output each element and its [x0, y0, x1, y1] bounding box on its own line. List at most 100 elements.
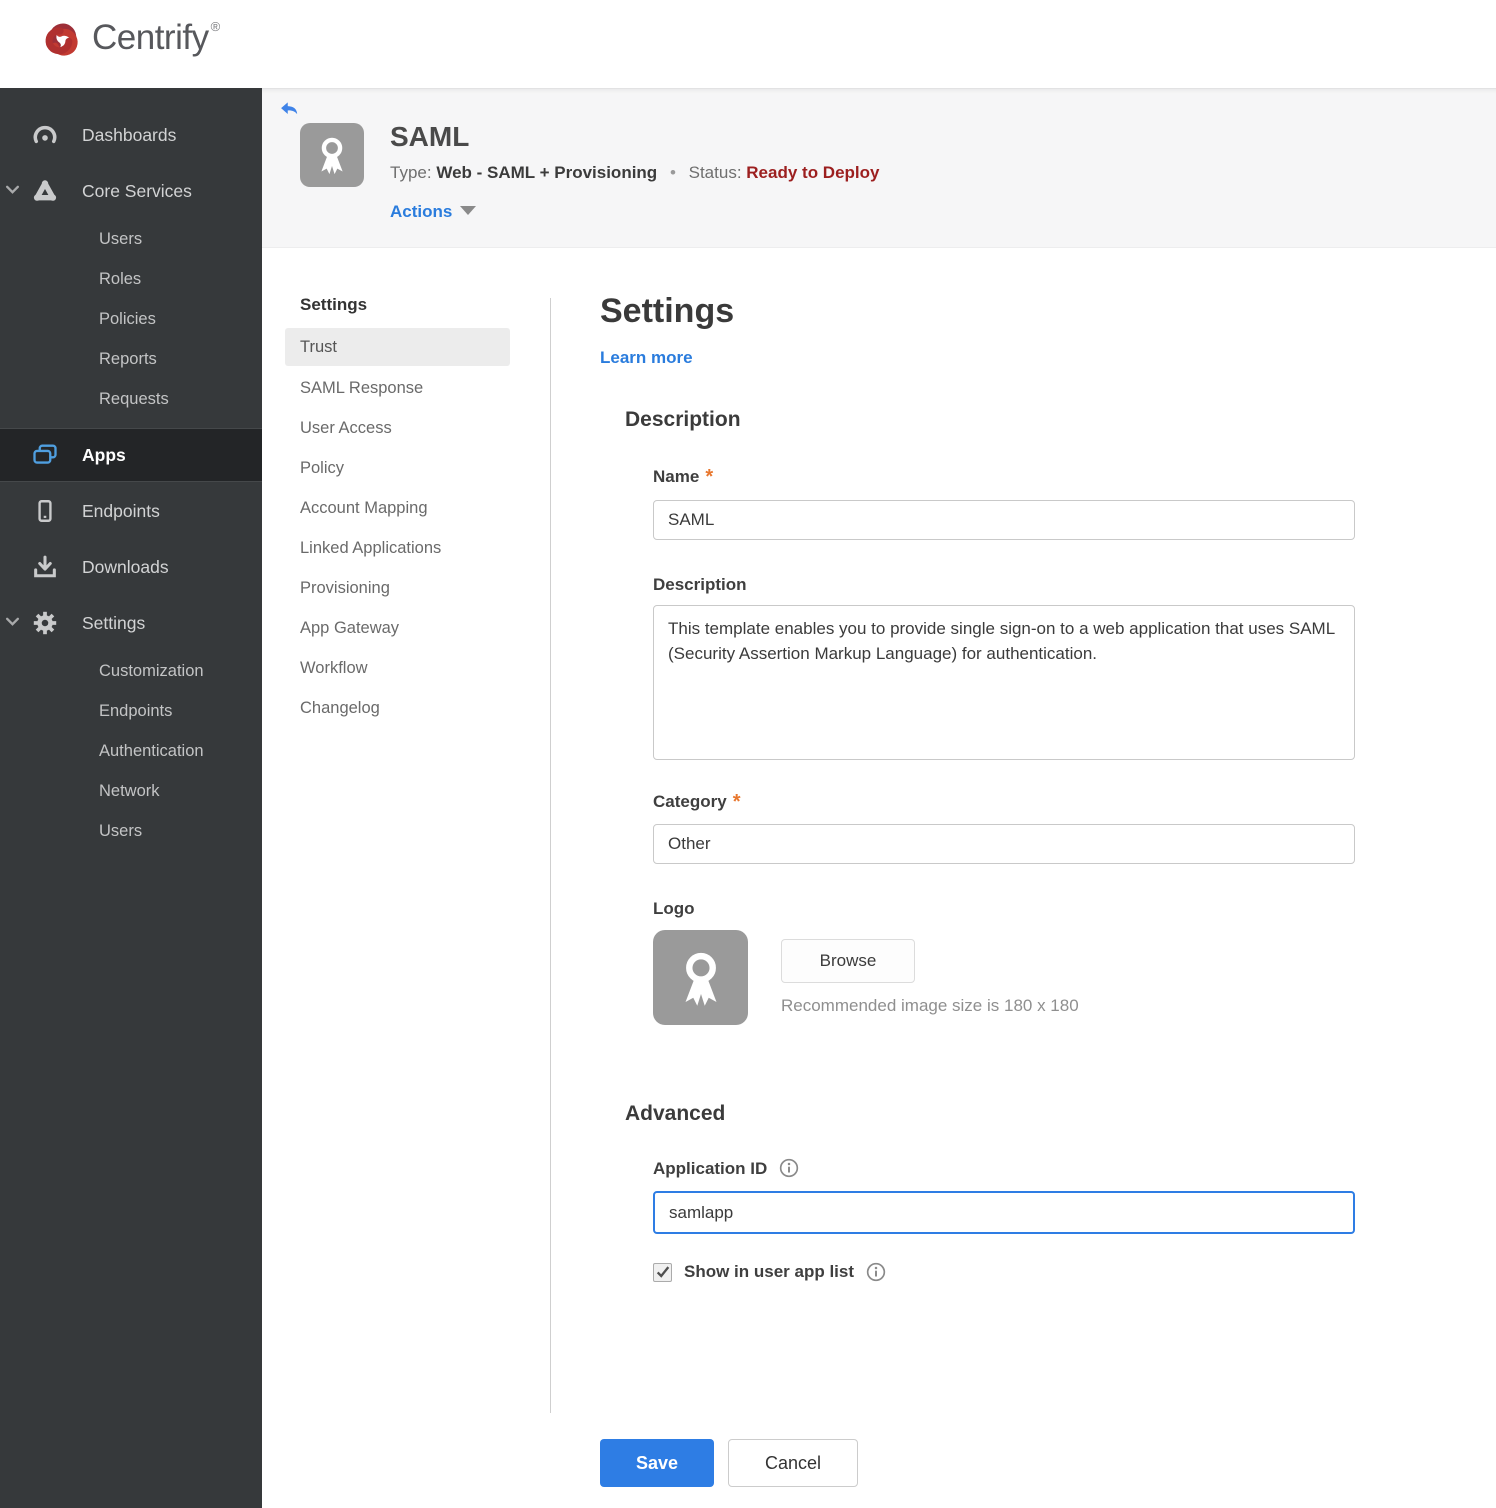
sidebar-subitem-label: Policies: [99, 309, 156, 328]
chevron-down-icon[interactable]: [5, 182, 23, 200]
app-meta: Type: Web - SAML + Provisioning • Status…: [390, 163, 879, 183]
name-label-text: Name: [653, 467, 700, 486]
category-label-text: Category: [653, 792, 727, 811]
logo-preview: [653, 930, 748, 1025]
core-services-icon: [30, 176, 60, 206]
browse-button[interactable]: Browse: [781, 939, 915, 983]
subnav-item-policy[interactable]: Policy: [285, 448, 532, 488]
subnav-header: Settings: [300, 295, 368, 314]
learn-more-link[interactable]: Learn more: [600, 348, 693, 368]
show-in-app-list-label: Show in user app list: [684, 1262, 855, 1281]
sidebar-subitem-requests[interactable]: Requests: [0, 381, 262, 417]
sidebar-subitem-customization[interactable]: Customization: [0, 653, 262, 689]
application-id-label-text: Application ID: [653, 1159, 768, 1178]
apps-icon: [30, 440, 60, 470]
sidebar-item-apps[interactable]: Apps: [0, 428, 262, 482]
name-label: Name *: [653, 466, 713, 489]
sidebar-subitem-roles[interactable]: Roles: [0, 261, 262, 297]
checkbox-check-icon: [656, 1266, 669, 1278]
subnav-item-provisioning[interactable]: Provisioning: [285, 568, 532, 608]
endpoint-icon: [30, 496, 60, 526]
subnav-item-saml-response[interactable]: SAML Response: [285, 368, 532, 408]
sidebar-subitem-users[interactable]: Users: [0, 221, 262, 257]
subnav-item-user-access[interactable]: User Access: [285, 408, 532, 448]
meta-separator: •: [669, 163, 676, 182]
sidebar-item-label: Settings: [82, 612, 146, 633]
status-value: Ready to Deploy: [746, 163, 880, 182]
sidebar-subitem-label: Requests: [99, 389, 169, 408]
sidebar-item-label: Apps: [82, 444, 126, 465]
gear-icon: [30, 608, 60, 638]
download-icon: [30, 552, 60, 582]
sidebar-item-dashboards[interactable]: Dashboards: [0, 113, 262, 157]
sidebar-item-endpoints[interactable]: Endpoints: [0, 489, 262, 533]
subnav-item-linked-applications[interactable]: Linked Applications: [285, 528, 532, 568]
info-icon[interactable]: [779, 1158, 799, 1178]
sidebar-item-core-services[interactable]: Core Services: [0, 169, 262, 213]
brand-text: Centrify: [92, 18, 209, 57]
screen: Centrify ® Dashboards Core Services Users…: [0, 0, 1496, 1508]
actions-label: Actions: [390, 202, 453, 221]
description-section-heading: Description: [625, 408, 741, 431]
required-marker: *: [732, 791, 741, 813]
saml-app-icon: [300, 123, 364, 187]
app-title: SAML: [390, 121, 470, 152]
sidebar-item-label: Endpoints: [82, 500, 160, 521]
sidebar-subitem-authentication[interactable]: Authentication: [0, 733, 262, 769]
description-textarea[interactable]: This template enables you to provide sin…: [653, 605, 1355, 760]
show-in-app-list-row: Show in user app list: [653, 1262, 886, 1282]
registered-mark: ®: [210, 19, 221, 34]
vertical-divider: [550, 298, 551, 1413]
subnav: Trust SAML Response User Access Policy A…: [285, 328, 532, 728]
subnav-item-app-gateway[interactable]: App Gateway: [285, 608, 532, 648]
subnav-item-account-mapping[interactable]: Account Mapping: [285, 488, 532, 528]
sidebar-subitem-label: Network: [99, 781, 160, 800]
logo-size-hint: Recommended image size is 180 x 180: [781, 996, 1079, 1015]
description-label: Description: [653, 575, 747, 594]
show-in-app-list-checkbox[interactable]: [653, 1262, 672, 1282]
status-label: Status:: [688, 163, 742, 182]
sidebar-subitem-policies[interactable]: Policies: [0, 301, 262, 337]
application-id-input[interactable]: [653, 1191, 1355, 1234]
category-input[interactable]: [653, 824, 1355, 864]
sidebar-subitem-label: Endpoints: [99, 701, 173, 720]
logo-label: Logo: [653, 899, 695, 918]
category-label: Category *: [653, 791, 740, 814]
sidebar-subitem-label: Authentication: [99, 741, 204, 760]
application-id-label: Application ID: [653, 1158, 799, 1179]
sidebar-subitem-label: Reports: [99, 349, 157, 368]
sidebar-item-label: Downloads: [82, 556, 169, 577]
sidebar-item-label: Dashboards: [82, 124, 177, 145]
name-input[interactable]: [653, 500, 1355, 540]
gauge-icon: [30, 120, 60, 150]
sidebar-subitem-label: Roles: [99, 269, 142, 288]
brand-name: Centrify ®: [92, 18, 220, 58]
sidebar: Dashboards Core Services Users Roles Pol…: [0, 88, 262, 1508]
page-title: Settings: [600, 292, 735, 330]
centrify-logo-icon: [34, 12, 90, 68]
sidebar-subitem-label: Users: [99, 229, 143, 248]
sidebar-item-downloads[interactable]: Downloads: [0, 545, 262, 589]
sidebar-subitem-endpoints[interactable]: Endpoints: [0, 693, 262, 729]
chevron-down-icon[interactable]: [5, 614, 23, 632]
content: Settings Trust SAML Response User Access…: [262, 248, 1496, 1508]
sidebar-subitem-reports[interactable]: Reports: [0, 341, 262, 377]
subnav-item-changelog[interactable]: Changelog: [285, 688, 532, 728]
sidebar-item-label: Core Services: [82, 180, 192, 201]
save-button[interactable]: Save: [600, 1439, 714, 1487]
cancel-button[interactable]: Cancel: [728, 1439, 858, 1487]
top-bar: Centrify ®: [0, 0, 1496, 88]
advanced-section-heading: Advanced: [625, 1102, 726, 1125]
sidebar-subitem-users[interactable]: Users: [0, 813, 262, 849]
subnav-item-trust[interactable]: Trust: [285, 328, 510, 366]
sidebar-subitem-label: Customization: [99, 661, 204, 680]
subnav-item-workflow[interactable]: Workflow: [285, 648, 532, 688]
sidebar-subitem-network[interactable]: Network: [0, 773, 262, 809]
type-label: Type:: [390, 163, 432, 182]
app-header: SAML Type: Web - SAML + Provisioning • S…: [262, 88, 1496, 248]
info-icon[interactable]: [866, 1262, 886, 1282]
sidebar-item-settings[interactable]: Settings: [0, 601, 262, 645]
actions-dropdown[interactable]: Actions: [390, 202, 477, 222]
sidebar-subitem-label: Users: [99, 821, 143, 840]
back-arrow-icon[interactable]: [278, 99, 300, 119]
